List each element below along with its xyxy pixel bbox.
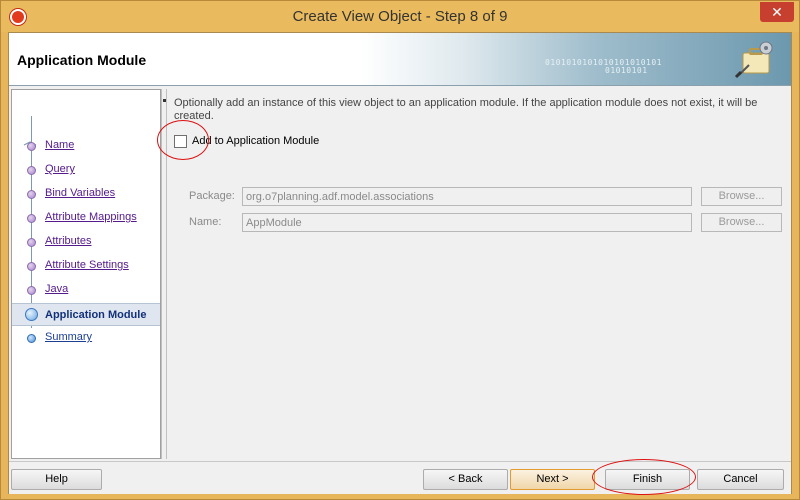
nav-step-java[interactable]: Java — [12, 280, 160, 300]
nav-step-summary[interactable]: Summary — [12, 328, 160, 348]
cancel-button[interactable]: Cancel — [697, 469, 784, 490]
nav-step-application-module[interactable]: Application Module — [12, 303, 160, 326]
back-button[interactable]: < Back — [423, 469, 508, 490]
dialog-client: Application Module 010101010101010101010… — [8, 32, 792, 494]
step-bullet-icon — [27, 166, 36, 175]
nav-step-label[interactable]: Java — [45, 283, 68, 295]
step-description: Optionally add an instance of this view … — [174, 97, 758, 122]
step-bullet-icon — [25, 308, 38, 321]
title-bar[interactable]: Create View Object - Step 8 of 9 ✕ — [1, 1, 799, 32]
app-module-gear-icon — [734, 41, 773, 79]
add-to-app-module-label[interactable]: Add to Application Module — [192, 135, 319, 147]
nav-step-label[interactable]: Summary — [45, 331, 92, 343]
nav-step-attribute-settings[interactable]: Attribute Settings — [12, 256, 160, 276]
nav-step-attribute-mappings[interactable]: Attribute Mappings — [12, 208, 160, 228]
nav-step-label[interactable]: Name — [45, 139, 74, 151]
step-bullet-icon — [27, 286, 36, 295]
nav-step-label[interactable]: Attribute Settings — [45, 259, 129, 271]
nav-step-query[interactable]: Query — [12, 160, 160, 180]
step-bullet-icon — [27, 142, 36, 151]
nav-step-bind-variables[interactable]: Bind Variables — [12, 184, 160, 204]
add-to-app-module-checkbox[interactable] — [174, 135, 187, 148]
nav-step-label[interactable]: Attributes — [45, 235, 91, 247]
finish-button[interactable]: Finish — [605, 469, 690, 490]
nav-step-label[interactable]: Application Module — [45, 309, 146, 321]
help-button[interactable]: Help — [11, 469, 102, 490]
package-browse-button[interactable]: Browse... — [701, 187, 782, 206]
name-field[interactable] — [242, 213, 692, 232]
dialog-window: Create View Object - Step 8 of 9 ✕ Appli… — [0, 0, 800, 500]
step-bullet-icon — [27, 262, 36, 271]
name-label: Name: — [189, 216, 222, 228]
nav-step-label[interactable]: Attribute Mappings — [45, 211, 137, 223]
splitter-grip-icon — [163, 99, 166, 102]
nav-step-attributes[interactable]: Attributes — [12, 232, 160, 252]
steps-navigator: Name Query Bind Variables Attribute Mapp… — [11, 89, 161, 459]
step-content-panel: Optionally add an instance of this view … — [167, 89, 791, 459]
package-label: Package: — [189, 190, 235, 202]
banner-binary-text-2: 01010101 — [605, 66, 648, 75]
nav-step-name[interactable]: Name — [12, 136, 160, 156]
name-browse-button[interactable]: Browse... — [701, 213, 782, 232]
page-title: Application Module — [17, 52, 147, 68]
button-bar: Help < Back Next > Finish Cancel — [9, 461, 791, 494]
package-field[interactable] — [242, 187, 692, 206]
next-button[interactable]: Next > — [510, 469, 595, 490]
nav-step-label[interactable]: Bind Variables — [45, 187, 115, 199]
step-bullet-icon — [27, 238, 36, 247]
step-bullet-icon — [27, 334, 36, 343]
nav-step-label[interactable]: Query — [45, 163, 75, 175]
close-button[interactable]: ✕ — [760, 2, 794, 22]
step-bullet-icon — [27, 214, 36, 223]
window-title: Create View Object - Step 8 of 9 — [292, 8, 508, 25]
header-banner: Application Module 010101010101010101010… — [9, 33, 791, 86]
step-bullet-icon — [27, 190, 36, 199]
